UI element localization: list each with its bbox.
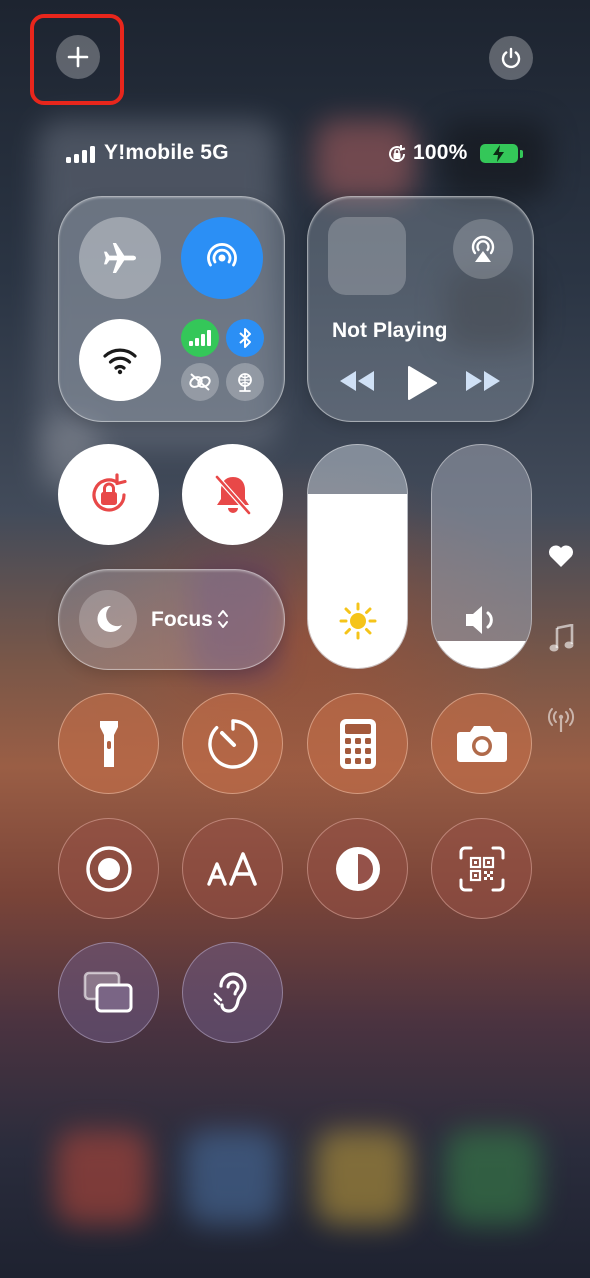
screen-record-button[interactable] <box>58 818 159 919</box>
power-icon <box>501 47 521 69</box>
text-size-icon <box>206 851 257 886</box>
flashlight-button[interactable] <box>58 693 159 794</box>
dark-mode-icon <box>335 846 380 891</box>
satellite-icon <box>238 373 252 392</box>
play-icon <box>408 366 437 400</box>
charging-bolt-icon <box>493 145 504 162</box>
silent-mode-icon <box>214 474 251 515</box>
battery-icon <box>480 144 518 163</box>
qr-scanner-button[interactable] <box>431 818 532 919</box>
text-size-button[interactable] <box>182 818 283 919</box>
fast-forward-button[interactable] <box>464 369 502 398</box>
vpn-link-icon <box>189 373 211 391</box>
airdrop-icon <box>207 243 237 267</box>
hearing-button[interactable] <box>182 942 283 1043</box>
screen-mirroring-button[interactable] <box>58 942 159 1043</box>
flashlight-icon <box>99 720 118 767</box>
brightness-slider[interactable] <box>307 444 408 669</box>
focus-label: Focus <box>151 608 213 631</box>
orientation-lock-status-icon <box>389 145 406 163</box>
airplay-button[interactable] <box>453 219 513 279</box>
calculator-button[interactable] <box>307 693 408 794</box>
power-button[interactable] <box>489 36 533 80</box>
play-button[interactable] <box>406 365 438 406</box>
focus-icon-circle <box>79 590 137 648</box>
rewind-icon <box>340 371 374 391</box>
album-art-placeholder <box>328 217 406 295</box>
carrier-label: Y!mobile 5G <box>104 141 229 164</box>
rewind-button[interactable] <box>338 369 376 398</box>
hearing-icon <box>213 971 247 1013</box>
airplay-icon <box>471 235 495 262</box>
cellular-icon <box>189 330 211 346</box>
vpn-button[interactable] <box>181 363 219 401</box>
orientation-lock-icon <box>91 472 127 512</box>
volume-slider[interactable] <box>431 444 532 669</box>
airplane-icon <box>104 243 136 273</box>
screen-mirroring-icon <box>83 971 132 1012</box>
bluetooth-button[interactable] <box>226 319 264 357</box>
screen-record-icon <box>85 845 132 892</box>
timer-icon <box>207 718 258 769</box>
wifi-icon <box>103 348 137 375</box>
antenna-icon[interactable] <box>547 706 575 734</box>
fast-forward-icon <box>466 371 500 391</box>
cellular-data-button[interactable] <box>181 319 219 357</box>
wifi-button[interactable] <box>79 319 161 401</box>
orientation-lock-button[interactable] <box>58 444 159 545</box>
dark-mode-button[interactable] <box>307 818 408 919</box>
battery-percentage: 100% <box>413 141 468 164</box>
music-note-icon[interactable] <box>548 624 574 654</box>
chevron-up-down-icon <box>218 610 228 628</box>
highlight-box <box>30 14 124 105</box>
bluetooth-icon <box>239 328 251 348</box>
camera-button[interactable] <box>431 693 532 794</box>
cellular-signal-icon <box>66 146 95 163</box>
airdrop-button[interactable] <box>181 217 263 299</box>
qr-scanner-icon <box>459 846 504 891</box>
calculator-icon <box>339 718 376 769</box>
status-bar: Y!mobile 5G 100% <box>66 140 536 168</box>
connectivity-module <box>58 196 285 422</box>
now-playing-title: Not Playing <box>332 319 448 342</box>
brightness-fill <box>308 494 407 668</box>
timer-button[interactable] <box>182 693 283 794</box>
airplane-mode-button[interactable] <box>79 217 161 299</box>
heart-icon[interactable] <box>548 544 574 568</box>
media-player-module[interactable]: Not Playing <box>307 196 534 422</box>
satellite-button[interactable] <box>226 363 264 401</box>
camera-icon <box>456 725 507 762</box>
speaker-icon <box>466 606 493 634</box>
sun-icon <box>339 602 377 640</box>
moon-icon <box>97 605 122 632</box>
focus-button[interactable]: Focus <box>58 569 285 670</box>
silent-mode-button[interactable] <box>182 444 283 545</box>
volume-fill <box>432 641 531 668</box>
